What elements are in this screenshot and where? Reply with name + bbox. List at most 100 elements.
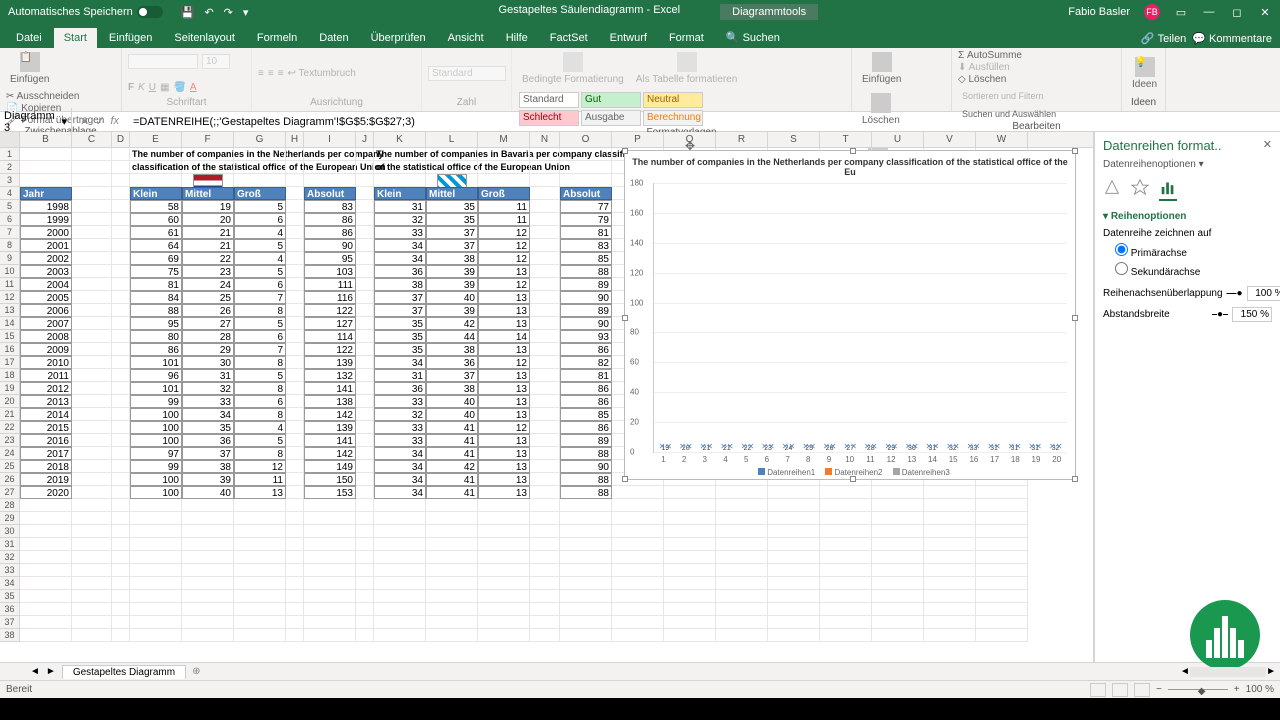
cell[interactable] — [112, 564, 130, 577]
row-header[interactable]: 4 — [0, 187, 20, 200]
cell[interactable] — [234, 577, 286, 590]
cell[interactable] — [530, 473, 560, 486]
cell[interactable]: 13 — [478, 265, 530, 278]
resize-handle[interactable] — [1072, 315, 1078, 321]
namebox-dropdown-icon[interactable]: ▾ — [61, 115, 67, 128]
cell[interactable]: 23 — [182, 265, 234, 278]
row-header[interactable]: 3 — [0, 174, 20, 187]
cell[interactable]: 103 — [304, 265, 356, 278]
ribbon-options-icon[interactable]: ▭ — [1174, 6, 1188, 19]
cell[interactable]: 2007 — [20, 317, 72, 330]
cell[interactable] — [304, 538, 356, 551]
resize-handle[interactable] — [850, 148, 856, 154]
tab-entwurf[interactable]: Entwurf — [600, 28, 657, 48]
cell[interactable] — [356, 330, 374, 343]
cell[interactable] — [72, 473, 112, 486]
cell[interactable]: Absolut — [304, 187, 356, 200]
cell[interactable]: 34 — [374, 239, 426, 252]
cell[interactable] — [112, 252, 130, 265]
cell[interactable] — [530, 369, 560, 382]
cell[interactable] — [664, 499, 716, 512]
cell[interactable] — [374, 590, 426, 603]
cell[interactable] — [72, 187, 112, 200]
cell[interactable] — [976, 616, 1028, 629]
resize-handle[interactable] — [622, 315, 628, 321]
cell[interactable] — [664, 616, 716, 629]
cell[interactable] — [286, 330, 304, 343]
cell[interactable] — [374, 564, 426, 577]
cell[interactable] — [356, 343, 374, 356]
cell[interactable] — [286, 460, 304, 473]
cell[interactable] — [924, 512, 976, 525]
cell[interactable] — [112, 187, 130, 200]
cell[interactable] — [286, 538, 304, 551]
cell[interactable]: 33 — [374, 395, 426, 408]
slider-icon[interactable]: ⎯⎯● — [1227, 288, 1243, 299]
cell[interactable] — [560, 174, 612, 187]
cell[interactable]: 100 — [130, 421, 182, 434]
cell[interactable] — [356, 239, 374, 252]
cell[interactable] — [872, 564, 924, 577]
cell[interactable]: 5 — [234, 239, 286, 252]
cell[interactable] — [560, 564, 612, 577]
cell[interactable] — [112, 473, 130, 486]
cell[interactable] — [976, 499, 1028, 512]
cell[interactable] — [356, 304, 374, 317]
cell[interactable] — [530, 421, 560, 434]
cell[interactable]: Mittel — [426, 187, 478, 200]
cell[interactable] — [356, 434, 374, 447]
cell[interactable] — [768, 590, 820, 603]
cell[interactable] — [374, 551, 426, 564]
cell[interactable]: 13 — [478, 395, 530, 408]
series-options-dropdown[interactable]: Datenreihenoptionen ▾ — [1103, 159, 1272, 170]
cell[interactable] — [716, 564, 768, 577]
cell[interactable] — [304, 148, 356, 161]
cell[interactable] — [530, 486, 560, 499]
cell[interactable] — [356, 538, 374, 551]
cell[interactable] — [72, 317, 112, 330]
cell[interactable] — [182, 161, 234, 174]
cell[interactable]: 39 — [426, 304, 478, 317]
cell[interactable]: 13 — [478, 447, 530, 460]
cell[interactable] — [72, 460, 112, 473]
resize-handle[interactable] — [622, 148, 628, 154]
cell[interactable] — [530, 460, 560, 473]
cell[interactable] — [130, 512, 182, 525]
cell[interactable]: 5 — [234, 434, 286, 447]
cell[interactable] — [234, 148, 286, 161]
cell[interactable]: 99 — [130, 460, 182, 473]
cell[interactable] — [112, 538, 130, 551]
cell[interactable]: 100 — [130, 434, 182, 447]
row-header[interactable]: 1 — [0, 148, 20, 161]
col-header[interactable]: F — [182, 132, 234, 147]
cell[interactable] — [530, 148, 560, 161]
col-header[interactable]: S — [768, 132, 820, 147]
cell[interactable] — [72, 551, 112, 564]
cell[interactable] — [560, 148, 612, 161]
cell[interactable] — [820, 590, 872, 603]
italic-button[interactable]: K — [138, 82, 145, 93]
cell[interactable]: 88 — [130, 304, 182, 317]
cell[interactable] — [182, 512, 234, 525]
cell[interactable] — [72, 161, 112, 174]
cell[interactable] — [286, 499, 304, 512]
row-header[interactable]: 37 — [0, 616, 20, 629]
cell[interactable]: 2018 — [20, 460, 72, 473]
cell[interactable] — [356, 317, 374, 330]
cell[interactable]: 36 — [374, 265, 426, 278]
cell[interactable]: 86 — [130, 343, 182, 356]
cell[interactable]: 81 — [560, 369, 612, 382]
row-header[interactable]: 22 — [0, 421, 20, 434]
row-header[interactable]: 29 — [0, 512, 20, 525]
zoom-out-icon[interactable]: − — [1156, 684, 1162, 695]
cell[interactable] — [112, 525, 130, 538]
cell[interactable] — [768, 629, 820, 642]
cell[interactable]: 34 — [374, 252, 426, 265]
cell[interactable] — [72, 616, 112, 629]
cell[interactable]: 141 — [304, 434, 356, 447]
cell[interactable] — [20, 616, 72, 629]
cell[interactable] — [478, 161, 530, 174]
formula-input[interactable]: =DATENREIHE(;;'Gestapeltes Diagramm'!$G$… — [127, 114, 1280, 130]
cell[interactable]: 38 — [426, 382, 478, 395]
cell[interactable] — [478, 525, 530, 538]
